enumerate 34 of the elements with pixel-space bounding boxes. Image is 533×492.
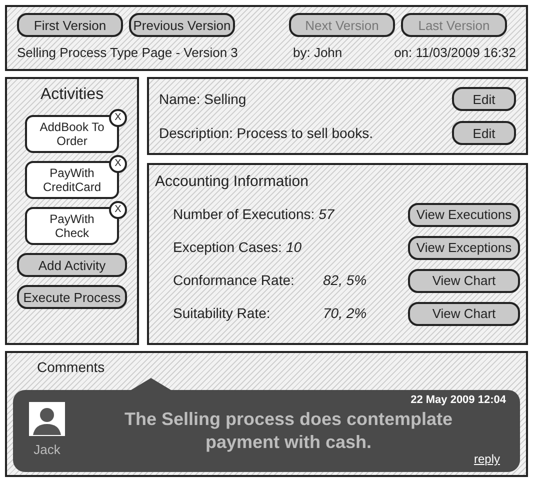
field-text: Name: Selling [159,90,246,109]
metric-label: Suitability Rate: [173,304,272,323]
metric-value: 70, 2% [323,304,367,323]
edit-button[interactable]: Edit [452,87,516,111]
version-button[interactable]: Previous Version [129,13,235,37]
panel-title: Comments [37,358,106,377]
remove-button[interactable]: X [109,109,127,127]
page-title: Selling Process Type Page - Version 3 [17,44,239,62]
comment-text: The Selling process does contemplate payment with cash. [123,408,454,454]
author-label: by: John [293,44,344,62]
avatar-icon [29,402,65,436]
reply-link[interactable]: reply [474,450,500,468]
action-button[interactable]: Execute Process [17,285,127,309]
metric-value: 10 [286,238,302,257]
view-button[interactable]: View Chart [408,268,520,292]
edit-button[interactable]: Edit [452,121,516,145]
metric-label: Exception Cases: [173,238,282,257]
author-name: Jack [34,441,60,460]
view-button[interactable]: View Executions [408,202,520,226]
action-button[interactable]: Add Activity [17,253,127,277]
remove-button[interactable]: X [109,155,127,173]
comment-date: 22 May 2009 12:04 [410,393,506,408]
panel-title: Accounting Information [155,172,310,192]
view-button[interactable]: View Chart [408,302,520,326]
panel-title: Activities [40,85,104,105]
remove-button[interactable]: X [109,201,127,219]
date-label: on: 11/03/2009 16:32 [394,44,516,62]
field-text: Description: Process to sell books. [159,124,373,143]
metric-value: 82, 5% [323,271,367,290]
metric-value: 57 [318,205,334,224]
metric-label: Number of Executions: [173,205,315,224]
metric-label: Conformance Rate: [173,271,296,290]
version-button[interactable]: First Version [17,13,123,37]
view-button[interactable]: View Exceptions [408,236,520,260]
